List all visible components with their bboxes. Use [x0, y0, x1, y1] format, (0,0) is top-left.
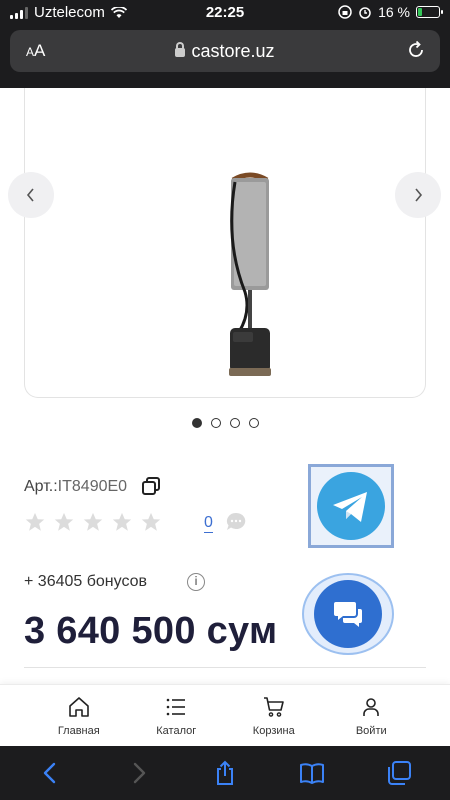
star-icon: [141, 512, 161, 531]
back-icon: [44, 762, 56, 784]
telegram-button-frame: [308, 464, 394, 548]
status-right: 16 %: [338, 4, 443, 20]
telegram-icon: [333, 492, 367, 522]
chevron-left-icon: [26, 188, 34, 202]
nav-label: Главная: [57, 725, 100, 737]
product-price: 3 640 500 сум: [24, 610, 278, 652]
star-icon: [25, 512, 45, 531]
forward-button[interactable]: [118, 753, 158, 793]
back-button[interactable]: [31, 753, 71, 793]
nav-label: Корзина: [252, 725, 295, 737]
forward-icon: [133, 762, 146, 784]
comment-bubble-icon[interactable]: [225, 511, 247, 533]
rating-stars: [24, 511, 162, 533]
gallery-dot[interactable]: [210, 418, 221, 428]
divider: [24, 667, 426, 668]
browser-chrome: Uztelecom 22:25 16 % AA castore.uz: [0, 0, 450, 88]
nav-item-login[interactable]: Войти: [336, 685, 406, 746]
lock-icon: [175, 42, 186, 57]
nav-item-home[interactable]: Главная: [44, 685, 114, 746]
catalog-icon: [166, 698, 186, 716]
chat-button[interactable]: [314, 580, 382, 648]
sku-value: IT8490E0: [57, 478, 128, 495]
gallery-next-button[interactable]: [395, 172, 441, 218]
user-icon: [363, 698, 380, 716]
product-image: [229, 172, 271, 376]
product-sku: Арт.:IT8490E0: [24, 478, 127, 496]
gallery-dot[interactable]: [229, 418, 240, 428]
battery-fill: [418, 8, 422, 16]
product-gallery: [24, 88, 426, 398]
bookmarks-icon: [299, 763, 324, 784]
battery-icon: [416, 6, 443, 18]
gallery-dot[interactable]: [191, 418, 202, 428]
orientation-lock-icon: [338, 5, 352, 19]
reviews-count-link[interactable]: 0: [204, 514, 213, 533]
bookmarks-button[interactable]: [292, 753, 332, 793]
nav-label: Каталог: [156, 725, 197, 737]
reload-icon[interactable]: [404, 38, 428, 62]
alarm-icon: [359, 7, 371, 19]
share-button[interactable]: [205, 753, 245, 793]
home-icon: [68, 697, 89, 717]
telegram-button[interactable]: [317, 472, 385, 540]
domain-text: castore.uz: [191, 41, 275, 61]
star-icon: [112, 512, 132, 531]
address-domain[interactable]: castore.uz: [10, 41, 440, 62]
chat-button-frame: [302, 573, 394, 655]
star-icon: [83, 512, 103, 531]
browser-toolbar: [0, 746, 450, 800]
star-icon: [54, 512, 74, 531]
battery-percent: 16 %: [378, 4, 410, 20]
gallery-pagination: [0, 418, 450, 428]
cart-icon: [263, 697, 284, 717]
address-bar[interactable]: AA castore.uz: [10, 30, 440, 72]
copy-icon[interactable]: [141, 476, 161, 496]
sku-label: Арт.:: [24, 478, 58, 495]
gallery-prev-button[interactable]: [8, 172, 54, 218]
nav-label: Войти: [355, 725, 387, 737]
bonus-text: + 36405 бонусов: [24, 573, 148, 590]
share-icon: [216, 760, 233, 785]
chevron-right-icon: [415, 188, 423, 202]
bottom-nav: Главная Каталог Корзина Войти: [0, 684, 450, 746]
status-bar: Uztelecom 22:25 16 %: [0, 0, 450, 26]
nav-item-cart[interactable]: Корзина: [239, 685, 309, 746]
tabs-icon: [387, 761, 411, 785]
chat-icon: [334, 602, 362, 627]
tabs-button[interactable]: [379, 753, 419, 793]
nav-item-catalog[interactable]: Каталог: [141, 685, 211, 746]
info-icon[interactable]: i: [187, 573, 205, 591]
gallery-dot[interactable]: [248, 418, 259, 428]
